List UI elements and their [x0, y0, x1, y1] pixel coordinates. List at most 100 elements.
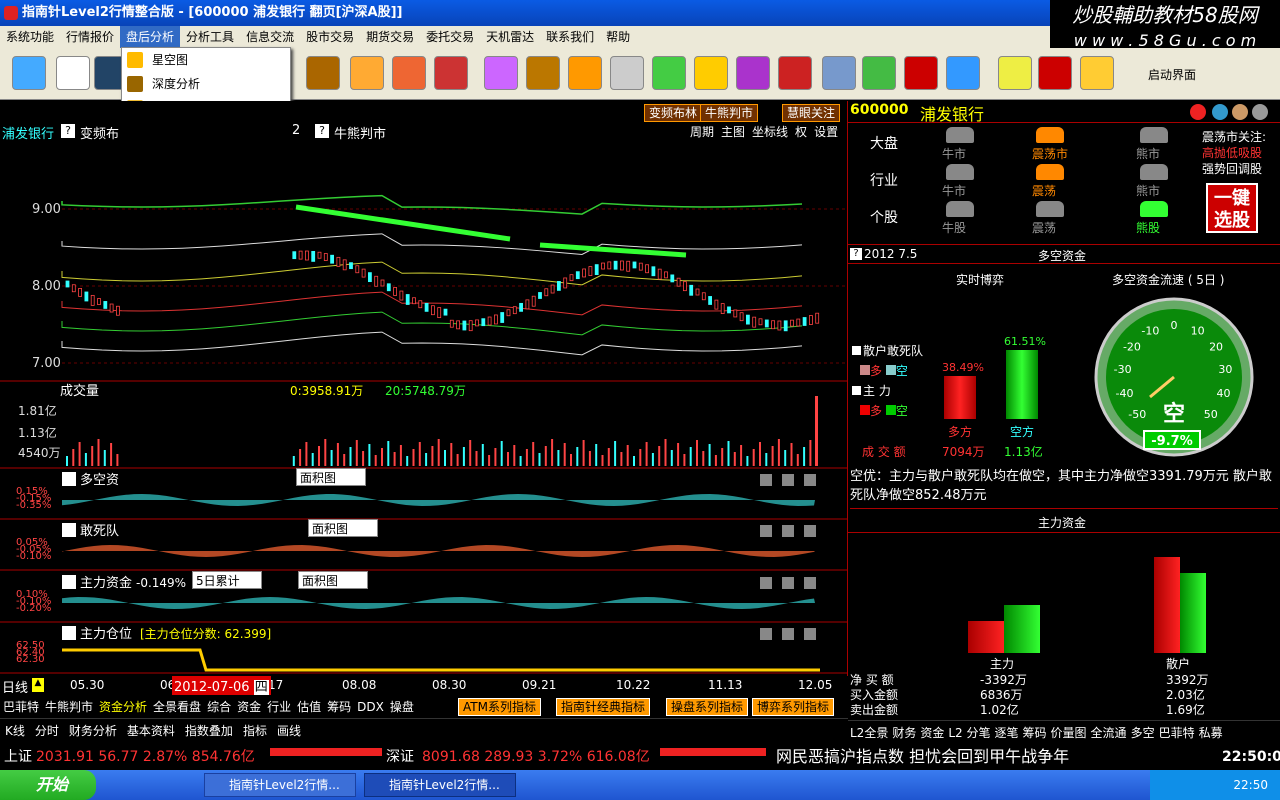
toolbar-magnet-icon[interactable] — [904, 56, 938, 90]
toolbar-coin-icon[interactable] — [694, 56, 728, 90]
help-icon-2[interactable]: ? — [315, 124, 329, 138]
market-cell[interactable]: 震荡市 — [1032, 145, 1068, 162]
help-icon[interactable]: ? — [61, 124, 75, 138]
analysis-tab-2[interactable]: 资金分析 — [96, 700, 150, 714]
menu-item-5[interactable]: 股市交易 — [300, 26, 360, 48]
note-2[interactable]: 强势回调股 — [1202, 161, 1280, 177]
chart-tab-2[interactable]: 财务分析 — [64, 724, 122, 738]
market-cell[interactable]: 熊市 — [1136, 182, 1160, 199]
analysis-tab-8[interactable]: 筹码 — [324, 700, 354, 714]
top-button-2[interactable]: 慧眼关注 — [782, 104, 841, 122]
close-icon[interactable] — [826, 525, 838, 537]
right-tab-4[interactable]: 逐笔 — [993, 726, 1021, 740]
toolbar-box-icon[interactable] — [998, 56, 1032, 90]
indicator-help-icon[interactable] — [62, 523, 76, 537]
chart-tab-1[interactable]: 分时 — [30, 724, 64, 738]
market-cell[interactable]: 熊市 — [1136, 145, 1160, 162]
menu-item-8[interactable]: 天机雷达 — [480, 26, 540, 48]
analysis-tab-10[interactable]: 操盘 — [387, 700, 417, 714]
right-tab-9[interactable]: 巴菲特 — [1157, 726, 1197, 740]
indicator-select[interactable]: 5日累计 — [192, 571, 262, 589]
toolbar-book-icon[interactable] — [526, 56, 560, 90]
toolbar-memo-icon[interactable] — [822, 56, 856, 90]
pin-icon[interactable] — [782, 628, 794, 640]
toolbar-scan-icon[interactable] — [568, 56, 602, 90]
period-arrow-icon[interactable]: ▲ — [32, 678, 44, 692]
indicator-help-icon[interactable] — [62, 575, 76, 589]
start-button[interactable]: 开始 — [0, 770, 96, 800]
top-button-1[interactable]: 牛熊判市 — [700, 104, 759, 122]
analysis-tab-7[interactable]: 估值 — [294, 700, 324, 714]
header-option-0[interactable]: 周期 — [690, 125, 714, 139]
indicator-help-icon[interactable] — [62, 472, 76, 486]
globe-icon[interactable] — [1212, 104, 1228, 120]
startup-label[interactable]: 启动界面 — [1148, 66, 1196, 83]
close-icon[interactable] — [826, 577, 838, 589]
right-tab-7[interactable]: 全流通 — [1089, 726, 1129, 740]
indicator-series-button-1[interactable]: 指南针经典指标 — [556, 698, 651, 716]
help-icon-3[interactable]: ? — [850, 248, 862, 260]
menu-item-7[interactable]: 委托交易 — [420, 26, 480, 48]
zoom-icon[interactable] — [804, 577, 816, 589]
toolbar-monitor-icon[interactable] — [12, 56, 46, 90]
play-icon[interactable] — [1190, 104, 1206, 120]
right-tab-0[interactable]: L2全景 — [848, 726, 890, 740]
checkbox-2[interactable] — [852, 386, 861, 395]
analysis-tab-9[interactable]: DDX — [354, 700, 387, 714]
chart-tab-6[interactable]: 画线 — [272, 724, 306, 738]
zoom-icon[interactable] — [804, 474, 816, 486]
menu-item-1[interactable]: 行情报价 — [60, 26, 120, 48]
toolbar-bar-icon[interactable] — [610, 56, 644, 90]
task-2[interactable]: 指南针Level2行情... — [364, 773, 516, 797]
toolbar-info-icon[interactable] — [484, 56, 518, 90]
header-option-1[interactable]: 主图 — [721, 125, 745, 139]
menu-item-4[interactable]: 信息交流 — [240, 26, 300, 48]
zoom-icon[interactable] — [804, 525, 816, 537]
menu-item-10[interactable]: 帮助 — [600, 26, 636, 48]
header-option-4[interactable]: 设置 — [814, 125, 838, 139]
right-tab-3[interactable]: L2 分笔 — [946, 726, 992, 740]
pin-icon[interactable] — [782, 474, 794, 486]
indicator-series-button-2[interactable]: 操盘系列指标 — [666, 698, 749, 716]
market-cell[interactable]: 牛市 — [942, 145, 966, 162]
menu-item-0[interactable]: 系统功能 — [0, 26, 60, 48]
indicator-select[interactable]: 面积图 — [298, 571, 368, 589]
settings-icon[interactable] — [1252, 104, 1268, 120]
price-chart[interactable]: 9.00 8.00 7.00 成交量 0:3958.91万 20:5748.79万 1.81… — [0, 141, 848, 696]
toolbar-line-icon[interactable] — [778, 56, 812, 90]
pin-icon[interactable] — [782, 525, 794, 537]
one-key-button[interactable]: 一键选股 — [1206, 183, 1258, 233]
indicator-series-button-3[interactable]: 博弈系列指标 — [752, 698, 835, 716]
chart-tab-0[interactable]: K线 — [0, 724, 30, 738]
chart-tab-4[interactable]: 指数叠加 — [180, 724, 238, 738]
header-option-2[interactable]: 坐标线 — [752, 125, 788, 139]
refresh-icon[interactable] — [1232, 104, 1248, 120]
analysis-tab-4[interactable]: 综合 — [204, 700, 234, 714]
analysis-tab-3[interactable]: 全景看盘 — [150, 700, 204, 714]
analysis-tab-6[interactable]: 行业 — [264, 700, 294, 714]
analysis-tab-1[interactable]: 牛熊判市 — [42, 700, 96, 714]
toolbar-trend-icon[interactable] — [736, 56, 770, 90]
toolbar-stock-icon[interactable] — [434, 56, 468, 90]
minimize-icon[interactable] — [760, 474, 772, 486]
analysis-tab-5[interactable]: 资金 — [234, 700, 264, 714]
close-icon[interactable] — [826, 474, 838, 486]
right-tab-10[interactable]: 私募 — [1197, 726, 1225, 740]
note-1[interactable]: 高抛低吸股 — [1202, 145, 1280, 161]
menu-item-2[interactable]: 盘后分析 — [120, 26, 181, 48]
toolbar-help-icon[interactable] — [56, 56, 90, 90]
close-icon[interactable] — [826, 628, 838, 640]
dropdown-item[interactable]: 星空图 — [122, 48, 290, 72]
menu-item-9[interactable]: 联系我们 — [540, 26, 600, 48]
chart-tab-5[interactable]: 指标 — [238, 724, 272, 738]
indicator-help-icon[interactable] — [62, 626, 76, 640]
right-tab-2[interactable]: 资金 — [918, 726, 946, 740]
menu-item-3[interactable]: 分析工具 — [180, 26, 240, 48]
market-cell[interactable]: 震荡 — [1032, 219, 1056, 236]
checkbox-1[interactable] — [852, 346, 861, 355]
menu-item-6[interactable]: 期货交易 — [360, 26, 420, 48]
toolbar-sword-icon[interactable] — [1080, 56, 1114, 90]
analysis-tab-0[interactable]: 巴菲特 — [0, 700, 42, 714]
right-tab-5[interactable]: 筹码 — [1021, 726, 1049, 740]
sh-index-name[interactable]: 上证 — [4, 744, 32, 770]
